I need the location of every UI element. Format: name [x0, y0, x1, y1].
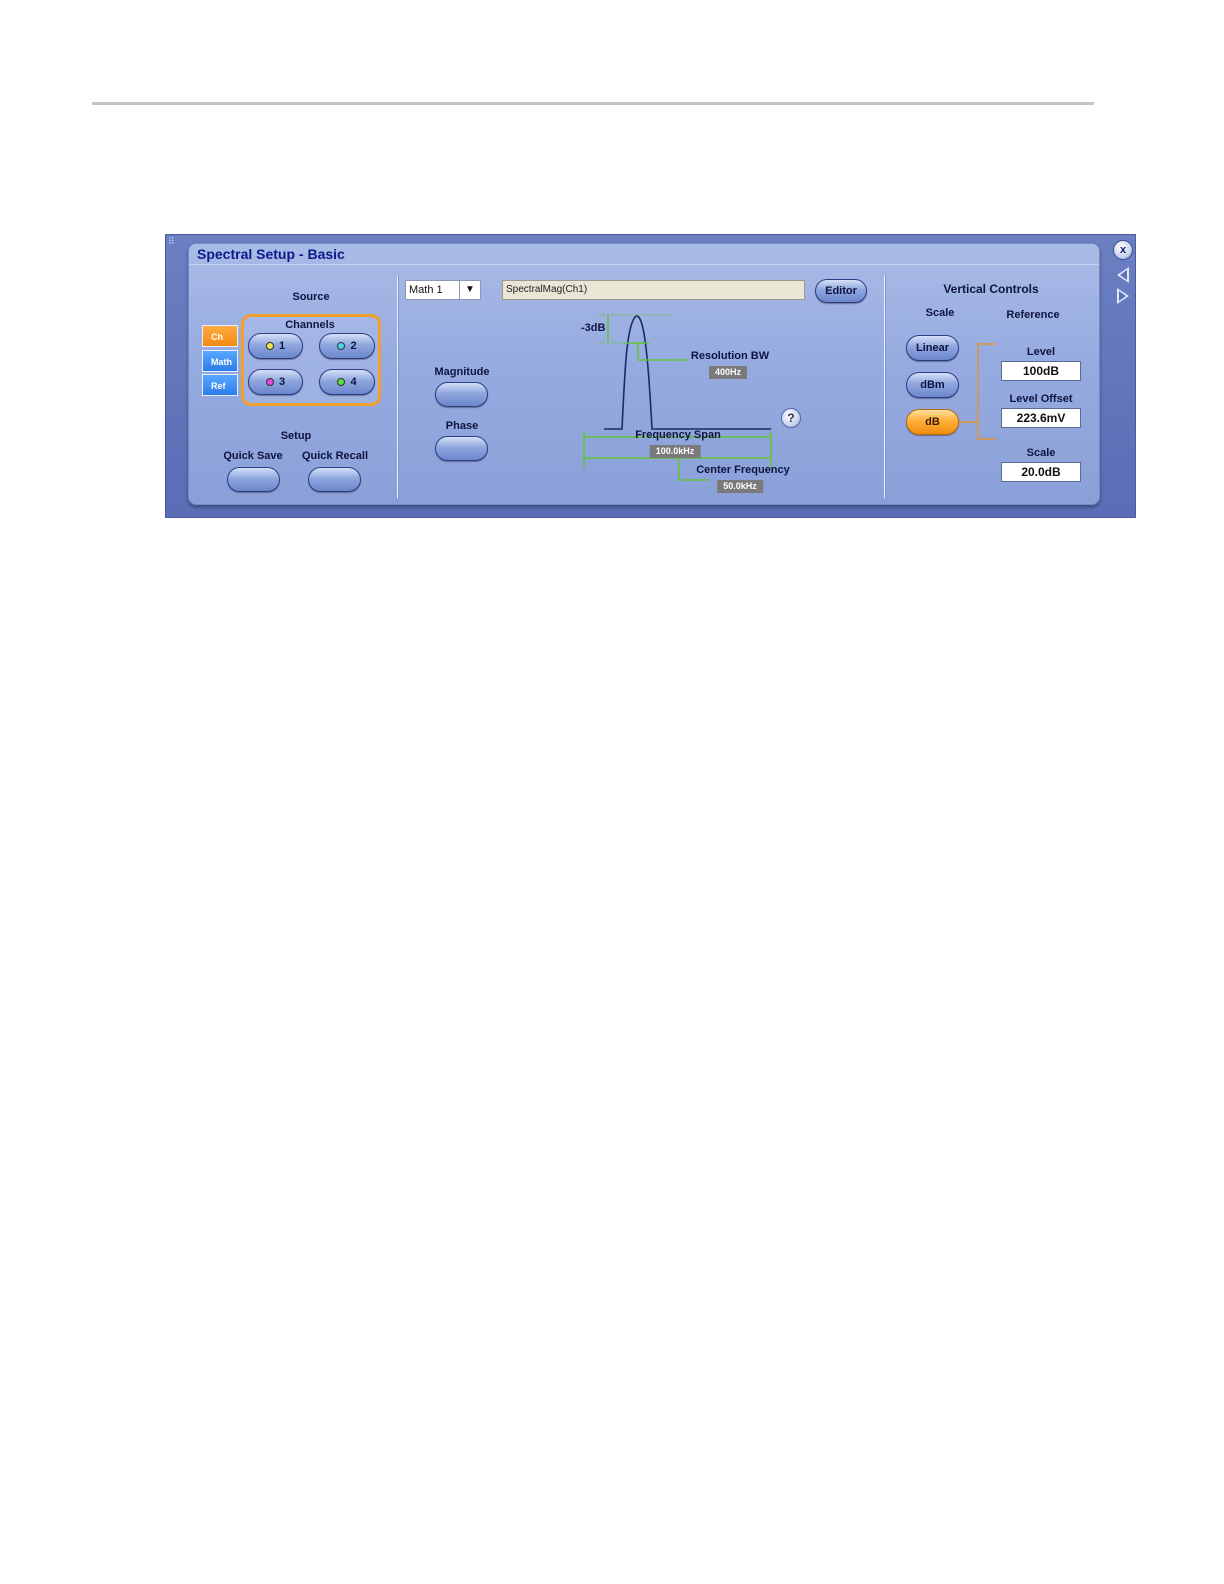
- level-offset-field[interactable]: 223.6mV: [1001, 408, 1081, 428]
- spectral-setup-window: ⠿ x Spectral Setup - Basic Source Ch Mat…: [165, 234, 1136, 518]
- level-label: Level: [1026, 346, 1056, 358]
- reference-bracket: [959, 343, 996, 440]
- page-rule: [92, 102, 1094, 105]
- vertical-scale-label: Scale: [1026, 447, 1056, 459]
- close-button[interactable]: x: [1113, 240, 1133, 260]
- level-field[interactable]: 100dB: [1001, 361, 1081, 381]
- spectral-setup-panel: Spectral Setup - Basic Source Ch Math Re…: [188, 243, 1100, 505]
- previous-panel-arrow-icon[interactable]: [1117, 267, 1129, 283]
- next-panel-arrow-icon[interactable]: [1117, 288, 1129, 304]
- drag-grip-icon[interactable]: ⠿: [168, 236, 175, 247]
- level-offset-label: Level Offset: [1009, 393, 1073, 405]
- vertical-scale-field[interactable]: 20.0dB: [1001, 462, 1081, 482]
